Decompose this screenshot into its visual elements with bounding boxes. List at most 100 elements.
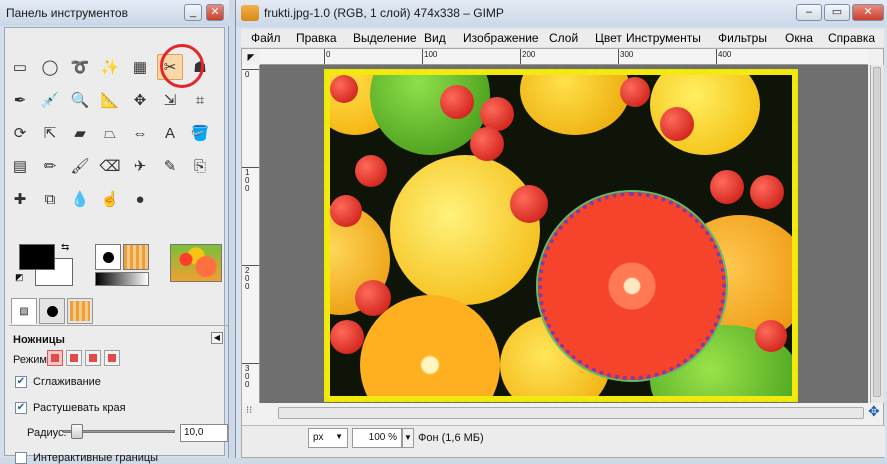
- image-window-titlebar[interactable]: frukti.jpg-1.0 (RGB, 1 слой) 474x338 – G…: [236, 0, 887, 27]
- brush-preview[interactable]: [95, 244, 121, 270]
- blend-icon[interactable]: ▤: [7, 153, 33, 179]
- ruler-tick: [242, 363, 259, 364]
- tool-options-heading: Ножницы: [13, 334, 65, 346]
- pattern-icon: [70, 301, 90, 321]
- rect-select-icon[interactable]: ▭: [7, 54, 33, 80]
- radius-input[interactable]: 10,0: [180, 424, 228, 442]
- mode-subtract-button[interactable]: [85, 350, 101, 366]
- unit-value: px: [313, 432, 324, 443]
- menu-item[interactable]: Цвет: [595, 31, 622, 45]
- vertical-scrollbar[interactable]: [870, 65, 884, 403]
- ellipse-select-icon[interactable]: ◯: [37, 54, 63, 80]
- close-button[interactable]: ✕: [206, 4, 224, 21]
- ink-icon[interactable]: ✎: [157, 153, 183, 179]
- default-colors-icon[interactable]: ◩: [15, 272, 24, 283]
- maximize-button[interactable]: ▭: [824, 4, 850, 21]
- perspective-clone-icon[interactable]: ⧉: [37, 186, 63, 212]
- menu-item[interactable]: Вид: [424, 31, 446, 45]
- menu-item[interactable]: Правка: [296, 31, 337, 45]
- paths-icon[interactable]: ✒: [7, 87, 33, 113]
- horizontal-ruler[interactable]: 0 100 200 300 400: [260, 49, 868, 65]
- blur-icon[interactable]: 💧: [67, 186, 93, 212]
- close-button[interactable]: ✕: [852, 4, 884, 21]
- rotate-icon[interactable]: ⟳: [7, 120, 33, 146]
- ruler-tick-label: 200: [522, 50, 536, 59]
- menu-item[interactable]: Изображение: [463, 31, 539, 45]
- menu-item[interactable]: Выделение: [353, 31, 417, 45]
- menu-item[interactable]: Файл: [251, 31, 281, 45]
- swap-colors-icon[interactable]: ⇆: [61, 242, 69, 253]
- shear-icon[interactable]: ▰: [67, 120, 93, 146]
- bucket-fill-icon[interactable]: 🪣: [187, 120, 213, 146]
- paintbrush-icon[interactable]: 🖌: [67, 153, 93, 179]
- feather-edges-checkbox[interactable]: ✔: [15, 402, 27, 414]
- highlight-circle: [160, 44, 204, 88]
- image-viewport[interactable]: [260, 65, 868, 403]
- zoom-dropdown-button[interactable]: ▼: [402, 428, 414, 448]
- toolbox-titlebar[interactable]: Панель инструментов _ ✕: [0, 0, 229, 26]
- menu-bar: Файл Правка Выделение Вид Изображение Слой Цве…: [241, 29, 884, 47]
- mode-add-button[interactable]: [66, 350, 82, 366]
- minimize-button[interactable]: _: [184, 4, 202, 21]
- menu-item[interactable]: Слой: [549, 31, 578, 45]
- color-picker-icon[interactable]: 💉: [37, 87, 63, 113]
- fuzzy-select-icon[interactable]: ✨: [97, 54, 123, 80]
- ruler-tick-label: 0: [326, 50, 331, 59]
- ruler-tick-label: 200: [245, 266, 250, 291]
- layer-boundary: [324, 69, 798, 402]
- heal-icon[interactable]: ✚: [7, 186, 33, 212]
- zoom-lock-icon[interactable]: ⁝⁝: [246, 405, 252, 416]
- unit-select[interactable]: px ▼: [308, 428, 348, 448]
- ruler-tick: [422, 49, 423, 64]
- vertical-scroll-thumb[interactable]: [873, 67, 881, 397]
- ruler-tick: [324, 49, 325, 64]
- ruler-tick-label: 0: [245, 70, 250, 79]
- mode-replace-button[interactable]: [47, 350, 63, 366]
- canvas-area: ◤ 0 100 200 300 400 0100200300 ⁝⁝ ✥ px ▼…: [241, 48, 885, 458]
- crop-icon[interactable]: ⌗: [187, 87, 213, 113]
- radius-slider-handle[interactable]: [71, 424, 83, 439]
- chevron-down-icon: ▼: [335, 432, 343, 441]
- clone-icon[interactable]: ⎘: [187, 153, 213, 179]
- gimp-app-icon: [241, 5, 259, 21]
- gradient-preview[interactable]: [95, 272, 149, 286]
- antialiasing-checkbox[interactable]: ✔: [15, 376, 27, 388]
- menu-item[interactable]: Окна: [785, 31, 813, 45]
- tab-patterns[interactable]: [67, 298, 93, 324]
- minimize-button[interactable]: –: [796, 4, 822, 21]
- align-icon[interactable]: ⇲: [157, 87, 183, 113]
- menu-item[interactable]: Инструменты: [626, 31, 701, 45]
- free-select-icon[interactable]: ➰: [67, 54, 93, 80]
- text-icon[interactable]: A: [157, 120, 183, 146]
- menu-item[interactable]: Справка: [828, 31, 875, 45]
- tab-brushes[interactable]: [39, 298, 65, 324]
- menu-item[interactable]: Фильтры: [718, 31, 767, 45]
- measure-icon[interactable]: 📐: [97, 87, 123, 113]
- flip-icon[interactable]: ⇔: [127, 120, 153, 146]
- airbrush-icon[interactable]: ✈: [127, 153, 153, 179]
- active-image-thumbnail[interactable]: [170, 244, 222, 282]
- zoom-input[interactable]: 100 %: [352, 428, 402, 448]
- interactive-boundary-checkbox[interactable]: [15, 452, 27, 464]
- dodge-burn-icon[interactable]: ●: [127, 186, 153, 212]
- horizontal-scrollbar[interactable]: [278, 407, 864, 419]
- navigate-icon[interactable]: ✥: [868, 403, 880, 420]
- fruit-photo[interactable]: [330, 75, 792, 396]
- vertical-ruler[interactable]: 0 100 200 300: [242, 65, 260, 403]
- move-icon[interactable]: ✥: [127, 87, 153, 113]
- mode-intersect-button[interactable]: [104, 350, 120, 366]
- smudge-icon[interactable]: ☝: [97, 186, 123, 212]
- pattern-preview[interactable]: [123, 244, 149, 270]
- ruler-tick: [716, 49, 717, 64]
- color-select-icon[interactable]: ▦: [127, 54, 153, 80]
- tab-tool-options[interactable]: ▧: [11, 298, 37, 324]
- zoom-icon[interactable]: 🔍: [67, 87, 93, 113]
- quick-mask-corner-icon[interactable]: ◤: [242, 49, 260, 65]
- toolbox-window: Панель инструментов _ ✕ ▭ ◯ ➰ ✨ ▦ ✂ ☗ ✒ 💉 🔍 📐 ✥ ⇲ ⌗ ⟳ ⇱…: [0, 0, 229, 464]
- perspective-icon[interactable]: ⏢: [97, 120, 123, 146]
- eraser-icon[interactable]: ⌫: [97, 153, 123, 179]
- pencil-icon[interactable]: ✏: [37, 153, 63, 179]
- foreground-color-swatch[interactable]: [19, 244, 55, 270]
- configure-tab-icon[interactable]: ◀: [211, 332, 223, 344]
- scale-icon[interactable]: ⇱: [37, 120, 63, 146]
